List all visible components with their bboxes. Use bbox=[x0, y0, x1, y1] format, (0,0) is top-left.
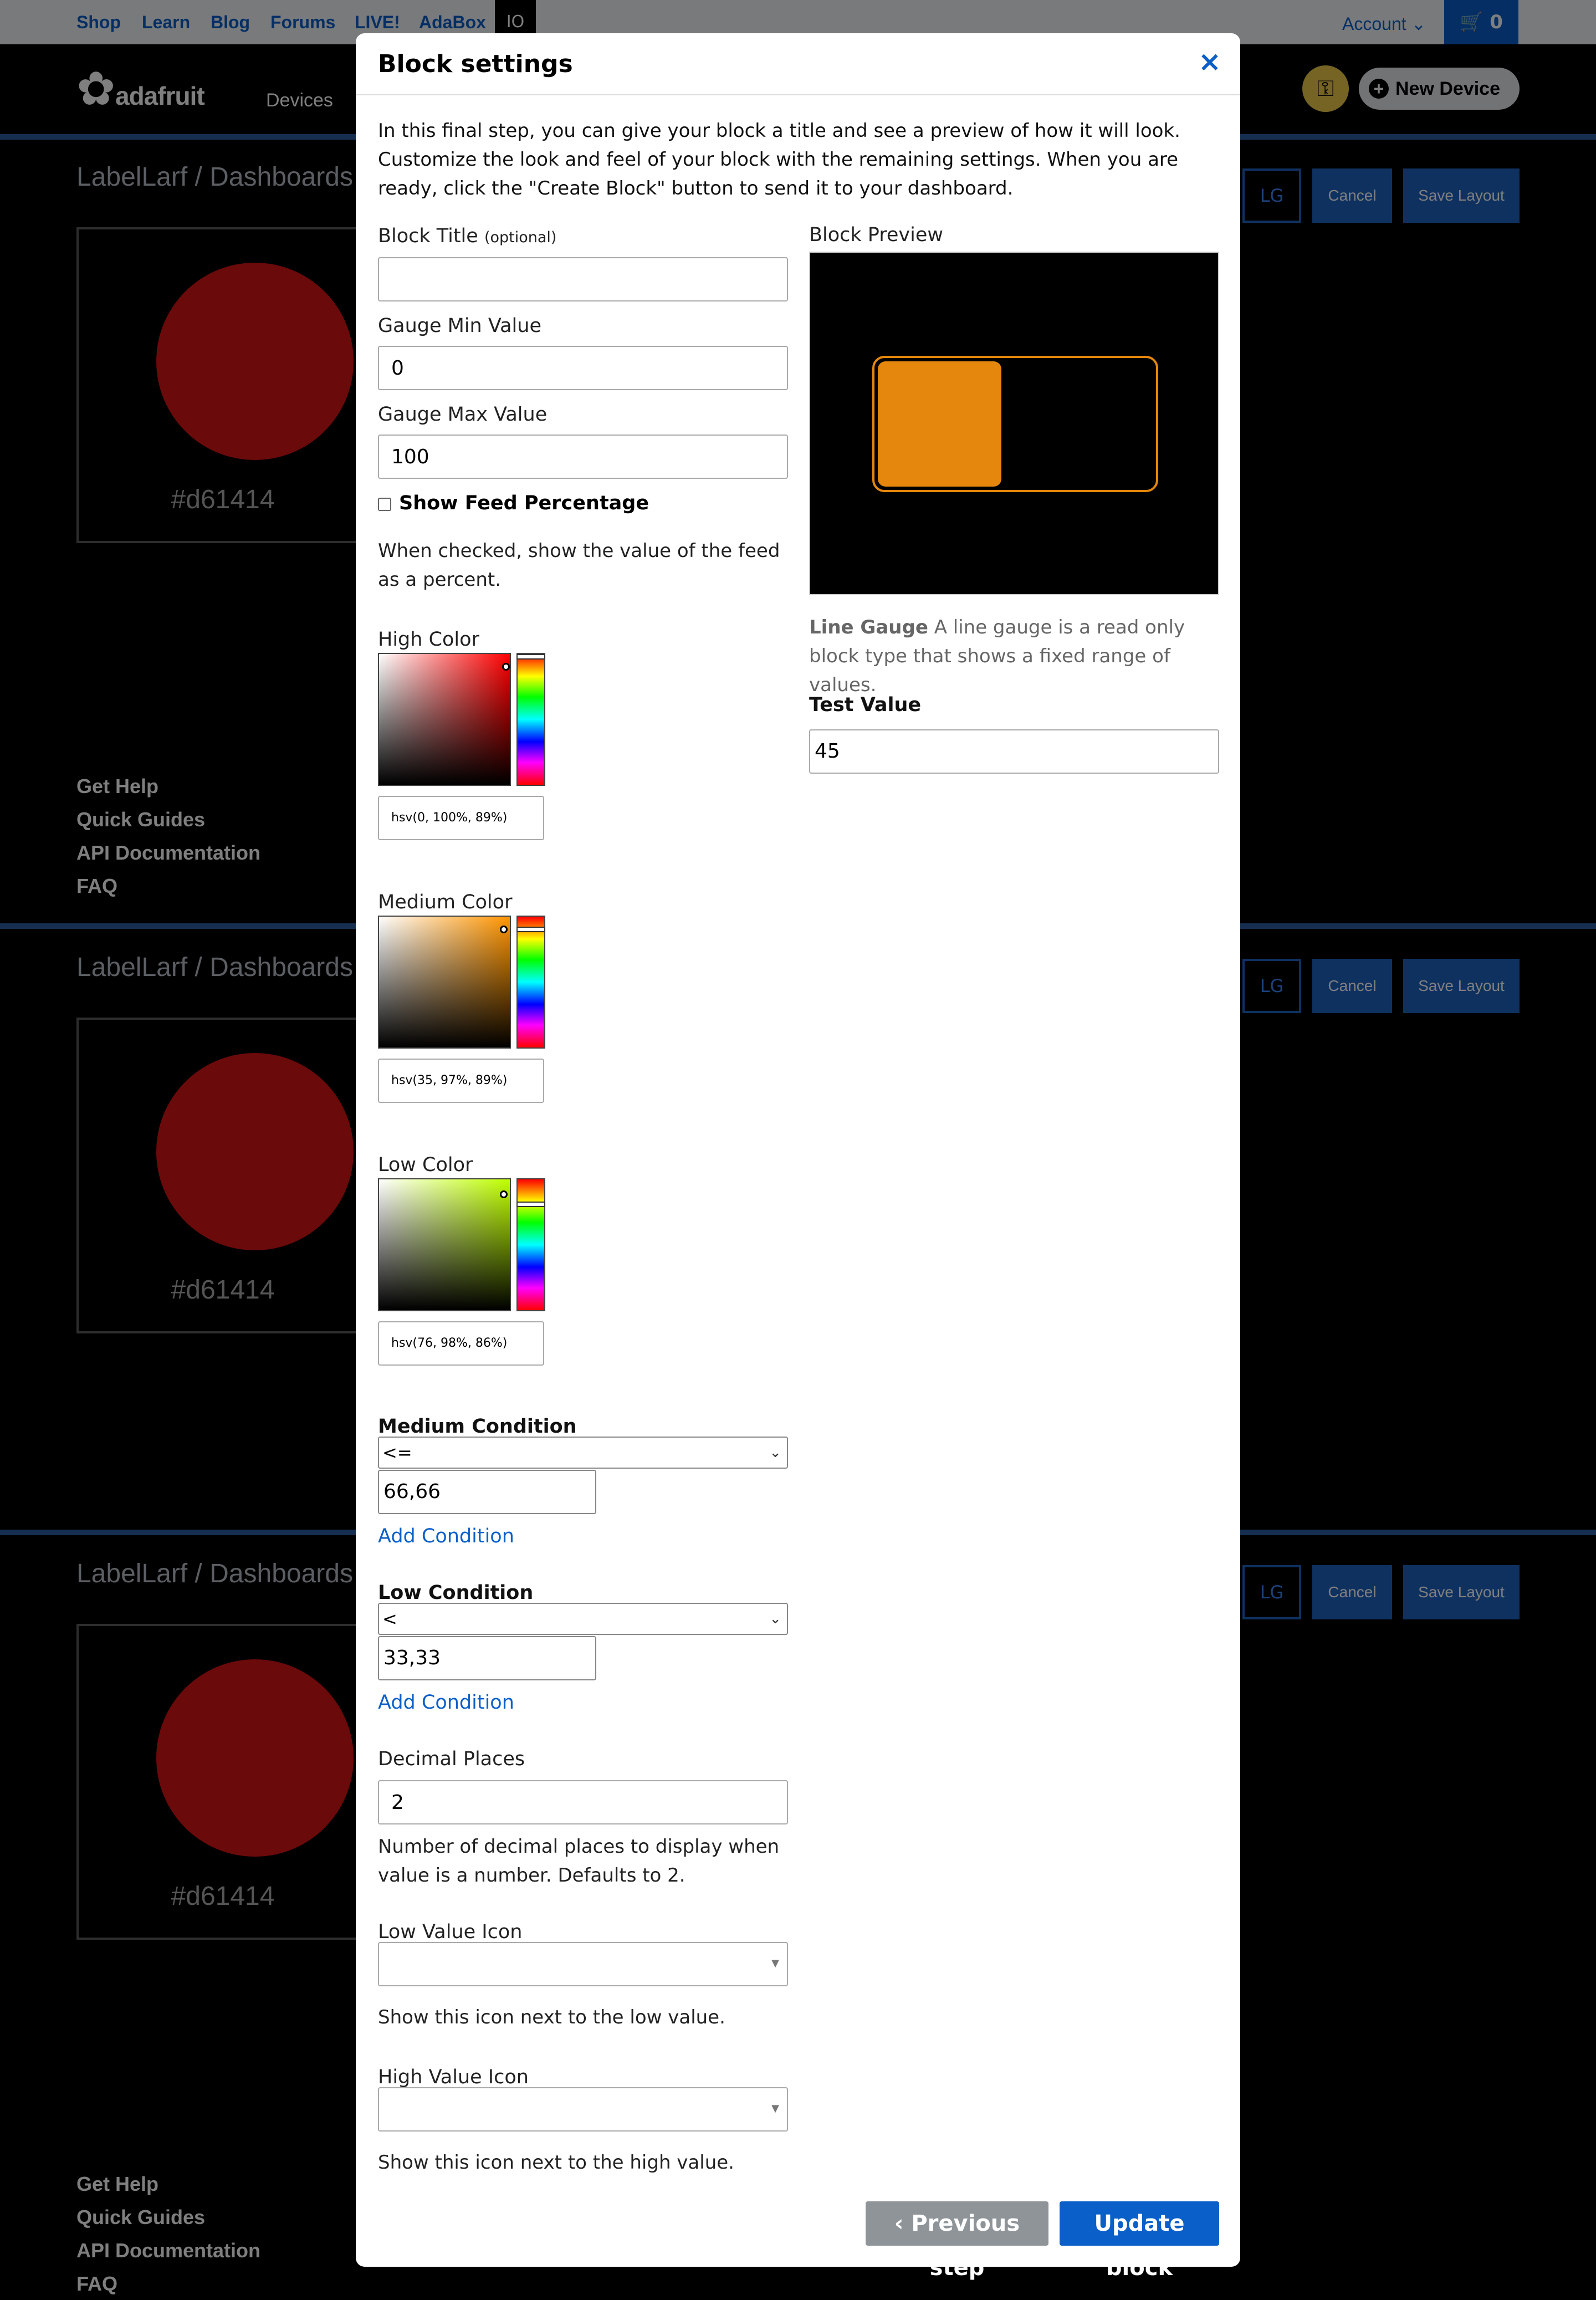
test-value-input[interactable]: 45 bbox=[809, 729, 1219, 774]
chevron-down-icon: ⌄ bbox=[769, 1611, 781, 1627]
low-condition-value-input[interactable]: 33,33 bbox=[378, 1636, 596, 1680]
gauge-max-label: Gauge Max Value bbox=[378, 403, 548, 426]
block-settings-modal: Block settings × In this final step, you… bbox=[356, 33, 1240, 2281]
low-value-icon-help: Show this icon next to the low value. bbox=[378, 2006, 725, 2028]
chevron-down-icon: ⌄ bbox=[769, 1444, 781, 1461]
low-condition-operator-select[interactable]: < ⌄ bbox=[378, 1603, 788, 1635]
dropdown-caret-icon: ▼ bbox=[771, 2103, 779, 2114]
medium-color-saturation-area[interactable] bbox=[378, 916, 511, 1049]
high-value-icon-select[interactable]: ▼ bbox=[378, 2087, 788, 2132]
show-percentage-label[interactable]: Show Feed Percentage bbox=[399, 492, 649, 514]
low-color-value-input[interactable]: hsv(76, 98%, 86%) bbox=[378, 1321, 544, 1366]
line-gauge bbox=[872, 356, 1158, 492]
low-color-label: Low Color bbox=[378, 1154, 473, 1176]
preview-type-name: Line Gauge bbox=[809, 616, 928, 638]
block-preview bbox=[809, 252, 1219, 595]
low-color-saturation-area[interactable] bbox=[378, 1178, 511, 1311]
low-color-picker[interactable] bbox=[378, 1178, 555, 1315]
decimal-places-input[interactable] bbox=[378, 1780, 788, 1824]
show-percentage-help: When checked, show the value of the feed… bbox=[378, 540, 780, 591]
chevron-left-icon: ‹ bbox=[894, 2211, 904, 2236]
gauge-min-label: Gauge Min Value bbox=[378, 315, 541, 337]
medium-add-condition-link[interactable]: Add Condition bbox=[378, 1525, 514, 1547]
line-gauge-fill bbox=[878, 361, 1001, 487]
intro-text: In this final step, you can give your bl… bbox=[378, 120, 1180, 200]
low-value-icon-label: Low Value Icon bbox=[378, 1921, 523, 1943]
low-value-icon-select[interactable]: ▼ bbox=[378, 1942, 788, 1986]
high-value-icon-label: High Value Icon bbox=[378, 2066, 529, 2088]
low-color-handle[interactable] bbox=[500, 1190, 508, 1198]
modal-header: Block settings × bbox=[356, 33, 1240, 95]
update-block-button[interactable]: Update block bbox=[1060, 2201, 1219, 2281]
previous-step-button[interactable]: ‹ Previous step bbox=[866, 2201, 1048, 2281]
medium-condition-operator-select[interactable]: <= ⌄ bbox=[378, 1437, 788, 1469]
high-color-picker[interactable] bbox=[378, 653, 555, 789]
show-percentage-checkbox[interactable] bbox=[378, 498, 391, 511]
low-condition-label: Low Condition bbox=[378, 1582, 534, 1604]
high-color-hue-slider[interactable] bbox=[516, 653, 545, 786]
high-color-saturation-area[interactable] bbox=[378, 653, 511, 786]
medium-color-hue-slider[interactable] bbox=[516, 916, 545, 1049]
modal-title: Block settings bbox=[378, 50, 573, 78]
medium-condition-label: Medium Condition bbox=[378, 1415, 577, 1438]
high-hue-knob[interactable] bbox=[516, 654, 545, 660]
low-operator-value: < bbox=[382, 1608, 397, 1629]
high-value-icon-help: Show this icon next to the high value. bbox=[378, 2151, 734, 2174]
gauge-min-input[interactable] bbox=[378, 346, 788, 390]
medium-color-value-input[interactable]: hsv(35, 97%, 89%) bbox=[378, 1059, 544, 1103]
medium-color-handle[interactable] bbox=[500, 926, 508, 933]
block-title-input[interactable] bbox=[378, 257, 788, 301]
medium-condition-value-input[interactable]: 66,66 bbox=[378, 1470, 596, 1514]
low-hue-knob[interactable] bbox=[516, 1202, 545, 1207]
preview-description: Line Gauge A line gauge is a read only b… bbox=[809, 613, 1219, 699]
close-icon[interactable]: × bbox=[1198, 45, 1221, 78]
test-value-label: Test Value bbox=[809, 694, 922, 716]
medium-color-label: Medium Color bbox=[378, 891, 513, 913]
high-color-value-input[interactable]: hsv(0, 100%, 89%) bbox=[378, 796, 544, 840]
low-add-condition-link[interactable]: Add Condition bbox=[378, 1691, 514, 1714]
decimal-places-label: Decimal Places bbox=[378, 1748, 525, 1770]
low-color-hue-slider[interactable] bbox=[516, 1178, 545, 1311]
medium-hue-knob[interactable] bbox=[516, 927, 545, 932]
decimal-places-help: Number of decimal places to display when… bbox=[378, 1836, 780, 1887]
dropdown-caret-icon: ▼ bbox=[771, 1957, 779, 1969]
high-color-handle[interactable] bbox=[502, 663, 510, 671]
block-preview-label: Block Preview bbox=[809, 224, 944, 246]
gauge-max-input[interactable] bbox=[378, 435, 788, 479]
block-title-label-text: Block Title bbox=[378, 225, 478, 247]
high-color-label: High Color bbox=[378, 628, 479, 651]
optional-hint: (optional) bbox=[484, 229, 557, 246]
medium-color-picker[interactable] bbox=[378, 916, 555, 1052]
block-title-label: Block Title (optional) bbox=[378, 225, 556, 247]
medium-operator-value: <= bbox=[382, 1442, 412, 1463]
